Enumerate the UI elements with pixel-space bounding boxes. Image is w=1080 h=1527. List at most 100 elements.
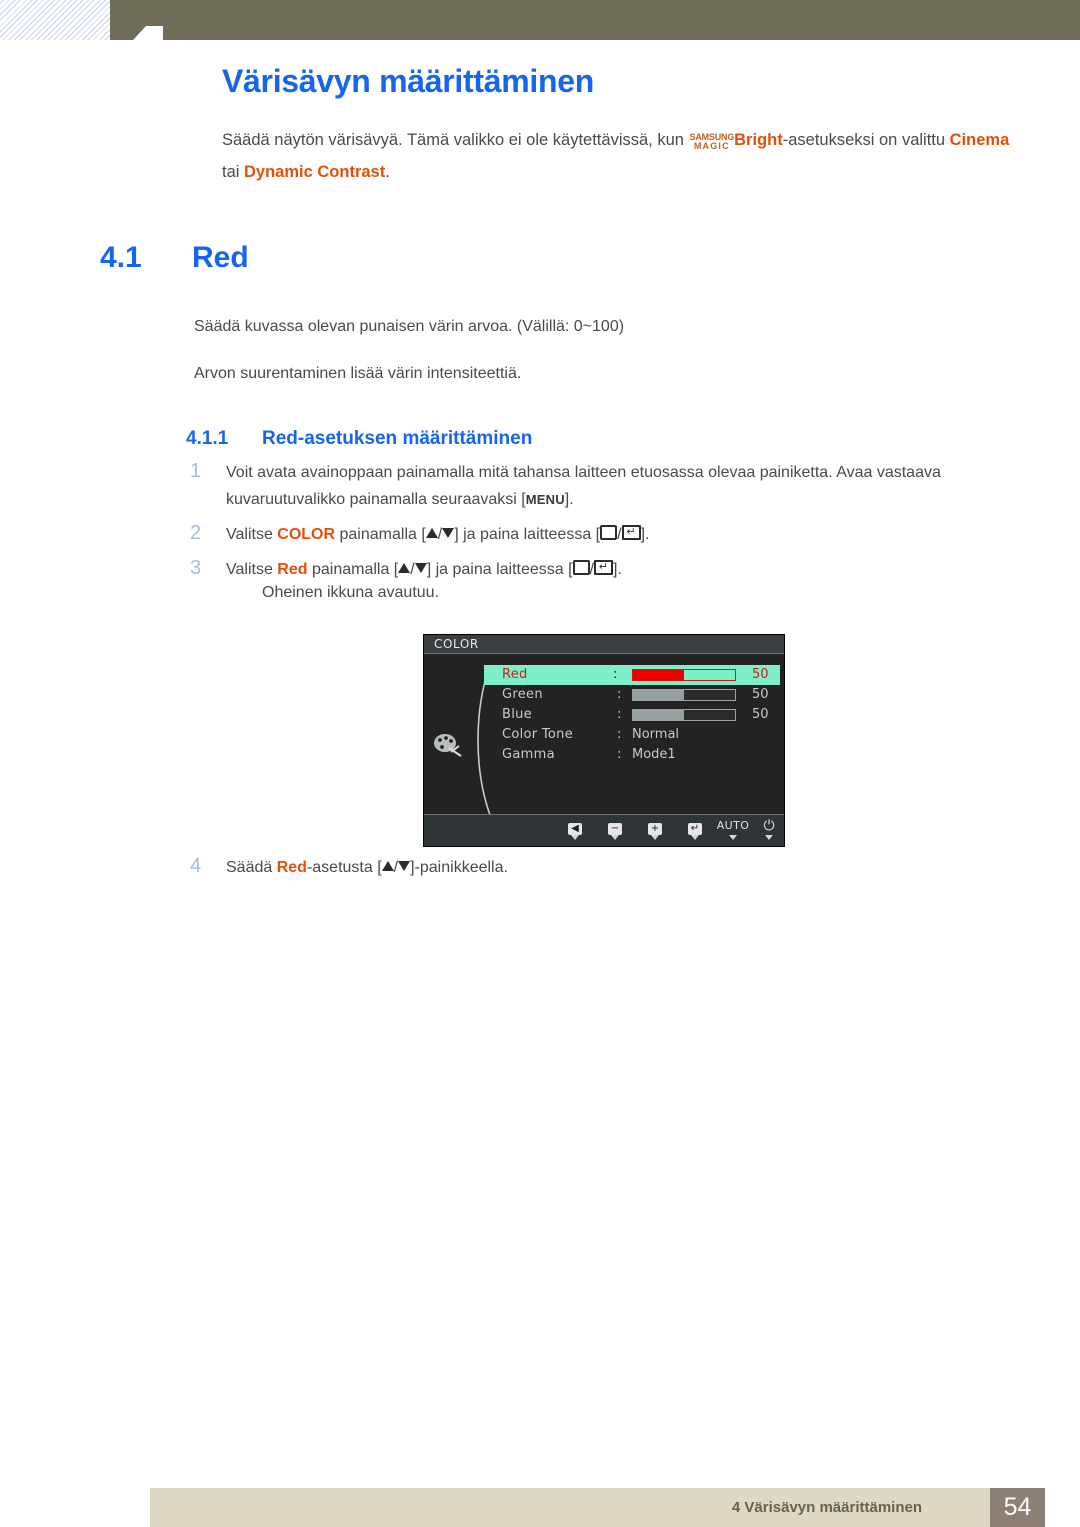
osd-slider-green[interactable]	[632, 689, 736, 701]
enter-button-icon	[621, 525, 641, 540]
triangle-up-icon	[381, 861, 394, 871]
osd-slider-fill	[633, 690, 684, 700]
triangle-up-icon	[425, 528, 438, 538]
osd-row-gamma[interactable]: Gamma : Mode1	[484, 745, 780, 765]
osd-auto-button[interactable]: AUTO	[716, 819, 750, 840]
step-2-text-a: Valitse	[226, 526, 278, 543]
enter-icon: ↵	[678, 819, 712, 835]
osd-slider-fill	[633, 710, 684, 720]
osd-row-blue[interactable]: Blue : 50	[484, 705, 780, 725]
triangle-down-icon	[398, 861, 411, 871]
intro-text-part2: -asetukseksi on valittu	[782, 130, 950, 149]
samsung-magic-logo: SAMSUNG MAGIC	[690, 132, 735, 151]
osd-row-label: Red	[502, 667, 528, 682]
keyword-bright: Bright	[734, 130, 783, 149]
plus-icon: +	[638, 819, 672, 835]
osd-minus-button[interactable]: −	[598, 819, 632, 840]
osd-row-label: Gamma	[502, 747, 555, 762]
osd-row-label: Color Tone	[502, 727, 573, 742]
step-2-text-c: ] ja paina laitteessa [	[454, 526, 601, 543]
header-notch-left	[133, 26, 146, 40]
keyword-color: COLOR	[277, 526, 336, 543]
osd-row-value: 50	[752, 687, 769, 702]
corner-stripe-decoration	[0, 0, 110, 40]
osd-row-colon: :	[617, 747, 622, 762]
step-1-text-a: Voit avata avainoppaan painamalla mitä t…	[226, 464, 941, 508]
keyword-cinema: Cinema	[949, 130, 1010, 149]
step-item-4: 4 Säädä Red-asetusta [/]-painikkeella.	[190, 854, 890, 881]
osd-row-value: Normal	[632, 727, 680, 742]
osd-row-label: Green	[502, 687, 543, 702]
intro-paragraph: Säädä näytön värisävyä. Tämä valikko ei …	[222, 124, 1012, 188]
keyword-dynamic-contrast: Dynamic Contrast	[244, 162, 386, 181]
step-item-2: 2 Valitse COLOR painamalla [/] ja paina …	[190, 521, 1020, 548]
osd-row-colon: :	[613, 667, 618, 682]
osd-slider-blue[interactable]	[632, 709, 736, 721]
step-1-text-b: ].	[564, 491, 574, 508]
caret-down-icon	[691, 835, 699, 840]
osd-slider-red[interactable]	[632, 669, 736, 681]
caret-down-icon	[729, 835, 737, 840]
page-title: Värisävyn määrittäminen	[222, 63, 594, 100]
osd-power-button[interactable]: ⏻	[752, 819, 786, 840]
page-footer: 4 Värisävyn määrittäminen 54	[150, 1488, 1045, 1527]
osd-row-value: 50	[752, 707, 769, 722]
osd-row-value: 50	[752, 667, 769, 682]
caret-down-icon	[651, 835, 659, 840]
step-4-text-c: ]-painikkeella.	[410, 859, 508, 876]
osd-plus-button[interactable]: +	[638, 819, 672, 840]
triangle-down-icon	[442, 528, 455, 538]
auto-label: AUTO	[716, 819, 750, 832]
steps-list: 1 Voit avata avainoppaan painamalla mitä…	[190, 459, 1020, 614]
back-triangle-icon: ◀	[558, 819, 592, 835]
page-number-badge: 54	[990, 1488, 1045, 1527]
step-3-text-c: ] ja paina laitteessa [	[426, 561, 573, 578]
step-2-text-d: ].	[640, 526, 650, 543]
caret-down-icon	[765, 835, 773, 840]
step-item-1: 1 Voit avata avainoppaan painamalla mitä…	[190, 459, 1020, 513]
enter-button-icon	[594, 560, 614, 575]
osd-row-colon: :	[617, 687, 622, 702]
osd-row-colon: :	[617, 727, 622, 742]
subsection-title: Red-asetuksen määrittäminen	[262, 428, 533, 449]
magic-logo-line2: MAGIC	[693, 140, 730, 151]
caret-down-icon	[571, 835, 579, 840]
osd-row-red[interactable]: Red : 50	[484, 665, 780, 685]
minus-icon: −	[598, 819, 632, 835]
osd-row-green[interactable]: Green : 50	[484, 685, 780, 705]
osd-menu-title: COLOR	[434, 637, 479, 651]
osd-menu-screenshot: COLOR Red : 50 Green : 50 Blue: 50 Colo…	[423, 634, 785, 847]
intro-text-part4: .	[385, 162, 390, 181]
paragraph-value-range: Säädä kuvassa olevan punaisen värin arvo…	[194, 318, 625, 335]
osd-row-color-tone[interactable]: Color Tone : Normal	[484, 725, 780, 745]
triangle-down-icon	[414, 563, 427, 573]
osd-body: Red : 50 Green : 50 Blue : 50 Color Tone	[424, 655, 784, 815]
step-3-text-d: ].	[613, 561, 622, 578]
paragraph-intensity: Arvon suurentaminen lisää värin intensit…	[194, 365, 522, 382]
source-button-icon	[600, 525, 618, 540]
osd-row-colon: :	[617, 707, 622, 722]
osd-enter-button[interactable]: ↵	[678, 819, 712, 840]
step-number: 3	[190, 557, 202, 579]
osd-button-bar: ◀ − + ↵ AUTO ⏻	[424, 814, 784, 846]
section-title: Red	[192, 240, 249, 274]
step-number: 4	[190, 855, 202, 877]
footer-chapter-label: 4 Värisävyn määrittäminen	[731, 1499, 922, 1516]
step-4-text-b: -asetusta [	[306, 859, 382, 876]
intro-text-part3: tai	[222, 162, 245, 181]
source-button-icon	[572, 560, 590, 575]
step-number: 1	[190, 460, 202, 482]
triangle-up-icon	[398, 563, 411, 573]
step-item-3: 3 Valitse Red painamalla [/] ja paina la…	[190, 556, 1020, 606]
menu-key-label: MENU	[525, 492, 565, 507]
osd-back-button[interactable]: ◀	[558, 819, 592, 840]
header-notch-fill	[146, 26, 163, 40]
header-olive-bar	[110, 0, 1080, 40]
subsection-number: 4.1.1	[186, 428, 229, 449]
step-3-text-a: Valitse	[226, 561, 278, 578]
power-icon: ⏻	[763, 818, 775, 834]
section-heading: 4.1 Red	[100, 241, 249, 275]
caret-down-icon	[611, 835, 619, 840]
keyword-red: Red	[277, 561, 308, 578]
step-2-slash2: /	[617, 526, 622, 543]
